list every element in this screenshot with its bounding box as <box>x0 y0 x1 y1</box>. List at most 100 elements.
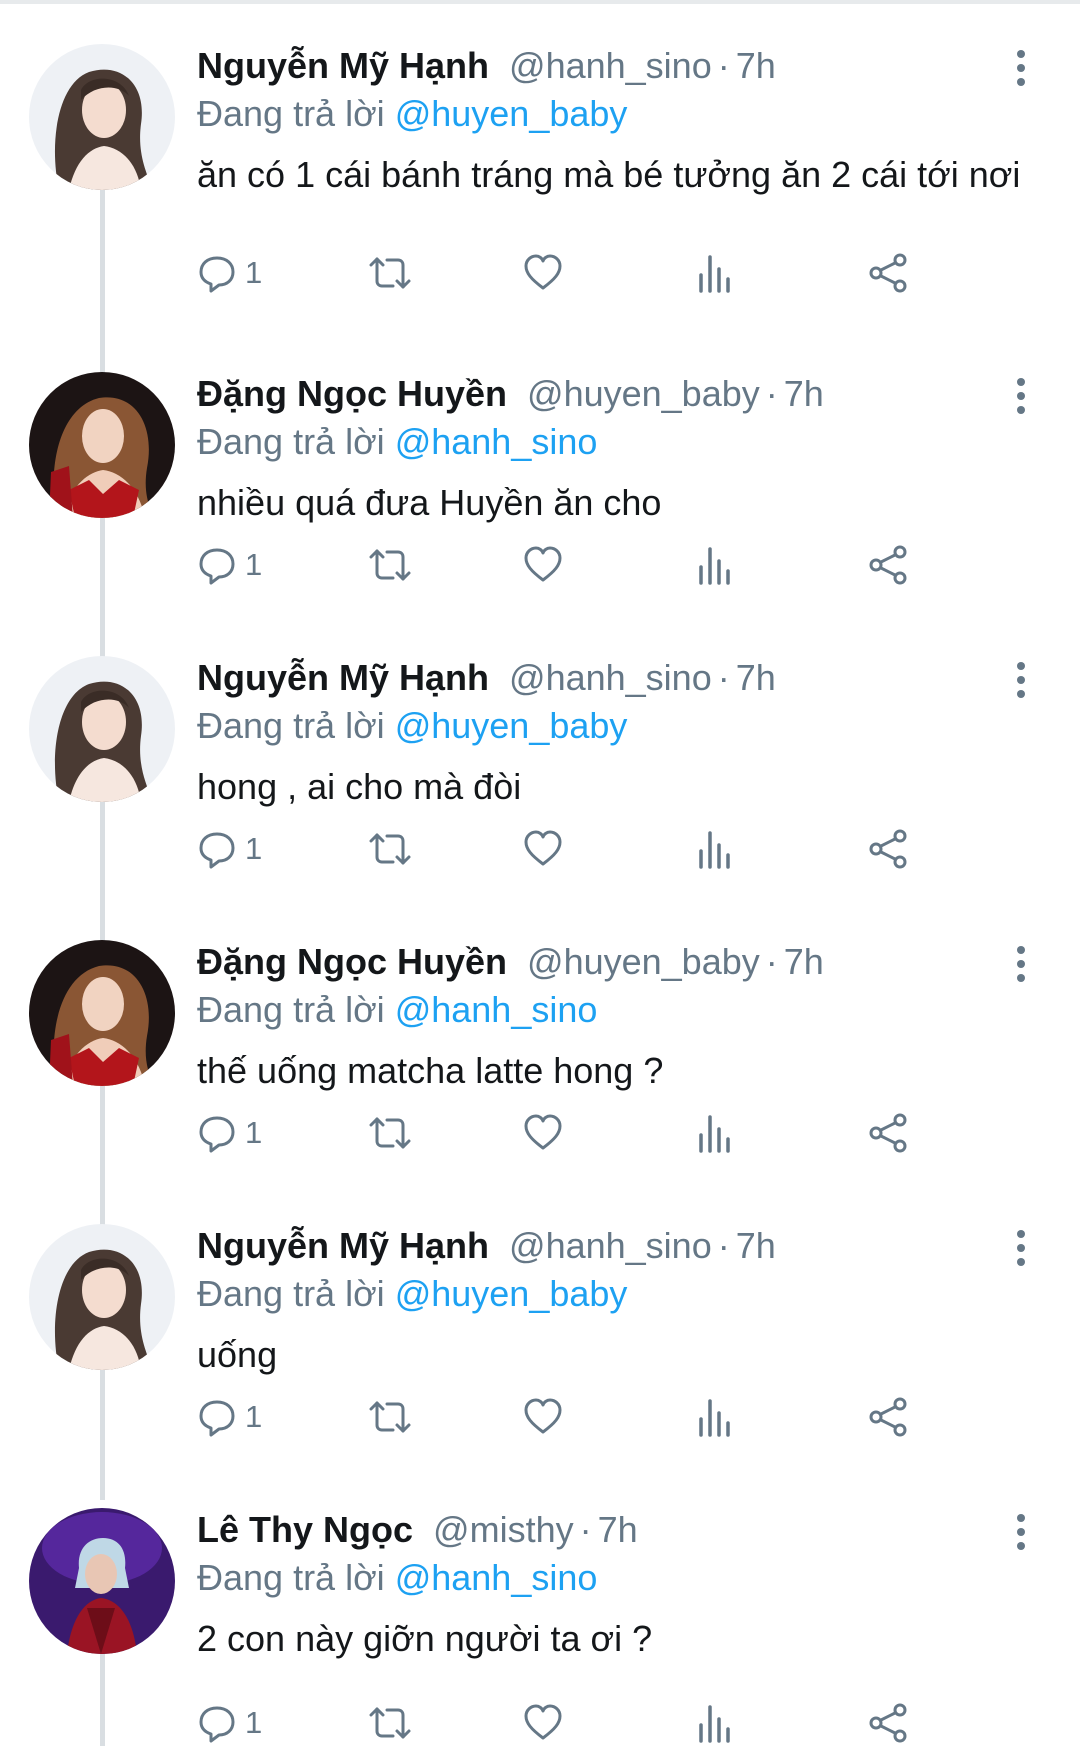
analytics-button[interactable] <box>697 1110 733 1156</box>
more-vertical-icon <box>1017 662 1025 698</box>
more-options-button[interactable] <box>1010 1512 1032 1552</box>
reply-button[interactable]: 1 <box>197 1110 262 1156</box>
replying-to-label: Đang trả lời <box>197 93 385 134</box>
action-bar: 1 <box>197 1700 1017 1746</box>
display-name[interactable]: Nguyễn Mỹ Hạnh <box>197 656 489 700</box>
timestamp[interactable]: 7h <box>784 940 824 984</box>
replying-to: Đang trả lời @huyen_baby <box>197 92 627 136</box>
separator-dot: · <box>717 1225 730 1266</box>
analytics-icon <box>699 1399 730 1437</box>
tweet[interactable]: Đặng Ngọc Huyền @huyen_baby · 7h Đang tr… <box>0 940 1080 1224</box>
user-handle[interactable]: @misthy <box>433 1508 574 1552</box>
reply-button[interactable]: 1 <box>197 826 262 872</box>
replying-to-label: Đang trả lời <box>197 705 385 746</box>
like-button[interactable] <box>523 826 563 872</box>
replying-to-mention[interactable]: @huyen_baby <box>395 93 628 134</box>
reply-count: 1 <box>245 1705 263 1740</box>
timestamp[interactable]: 7h <box>736 44 776 88</box>
more-options-button[interactable] <box>1010 376 1032 416</box>
more-options-button[interactable] <box>1010 944 1032 984</box>
avatar[interactable] <box>29 1224 175 1370</box>
tweet-text: uống <box>197 1334 278 1375</box>
user-handle[interactable]: @huyen_baby <box>527 940 760 984</box>
avatar[interactable] <box>29 656 175 802</box>
tweet-header: Đặng Ngọc Huyền @huyen_baby · 7h <box>197 372 824 416</box>
like-button[interactable] <box>523 542 563 588</box>
tweet[interactable]: Nguyễn Mỹ Hạnh @hanh_sino · 7h Đang trả … <box>0 1224 1080 1508</box>
like-button[interactable] <box>523 250 563 296</box>
avatar[interactable] <box>29 372 175 518</box>
like-button[interactable] <box>523 1700 563 1746</box>
more-options-button[interactable] <box>1010 660 1032 700</box>
retweet-button[interactable] <box>367 542 413 588</box>
user-handle[interactable]: @hanh_sino <box>509 656 712 700</box>
avatar[interactable] <box>29 44 175 190</box>
share-button[interactable] <box>867 1110 909 1156</box>
analytics-button[interactable] <box>697 826 733 872</box>
share-icon <box>869 1703 907 1743</box>
replying-to-mention[interactable]: @hanh_sino <box>395 989 598 1030</box>
share-button[interactable] <box>867 250 909 296</box>
share-button[interactable] <box>867 542 909 588</box>
more-vertical-icon <box>1017 50 1025 86</box>
replying-to-mention[interactable]: @hanh_sino <box>395 421 598 462</box>
timestamp[interactable]: 7h <box>784 372 824 416</box>
more-vertical-icon <box>1017 1514 1025 1550</box>
more-vertical-icon <box>1017 1230 1025 1266</box>
share-button[interactable] <box>867 826 909 872</box>
tweet[interactable]: Nguyễn Mỹ Hạnh @hanh_sino · 7h Đang trả … <box>0 656 1080 940</box>
share-button[interactable] <box>867 1394 909 1440</box>
replying-to-mention[interactable]: @hanh_sino <box>395 1557 598 1598</box>
display-name[interactable]: Lê Thy Ngọc <box>197 1508 413 1552</box>
analytics-button[interactable] <box>697 250 733 296</box>
display-name[interactable]: Đặng Ngọc Huyền <box>197 372 507 416</box>
avatar[interactable] <box>29 940 175 1086</box>
tweet[interactable]: Lê Thy Ngọc @misthy · 7h Đang trả lời @ha… <box>0 1508 1080 1746</box>
reply-icon <box>199 832 235 869</box>
retweet-button[interactable] <box>367 1394 413 1440</box>
retweet-button[interactable] <box>367 826 413 872</box>
display-name[interactable]: Nguyễn Mỹ Hạnh <box>197 1224 489 1268</box>
analytics-button[interactable] <box>697 542 733 588</box>
analytics-icon <box>699 1115 730 1153</box>
replying-to: Đang trả lời @hanh_sino <box>197 420 597 464</box>
retweet-icon <box>369 833 411 865</box>
user-handle[interactable]: @huyen_baby <box>527 372 760 416</box>
analytics-button[interactable] <box>697 1394 733 1440</box>
avatar[interactable] <box>29 1508 175 1654</box>
more-vertical-icon <box>1017 378 1025 414</box>
heart-icon <box>524 254 562 290</box>
replying-to-mention[interactable]: @huyen_baby <box>395 1273 628 1314</box>
reply-button[interactable]: 1 <box>197 250 262 296</box>
timestamp[interactable]: 7h <box>736 656 776 700</box>
analytics-button[interactable] <box>697 1700 733 1746</box>
share-button[interactable] <box>867 1700 909 1746</box>
retweet-icon <box>369 1401 411 1433</box>
display-name[interactable]: Nguyễn Mỹ Hạnh <box>197 44 489 88</box>
user-handle[interactable]: @hanh_sino <box>509 44 712 88</box>
reply-button[interactable]: 1 <box>197 1394 262 1440</box>
like-button[interactable] <box>523 1394 563 1440</box>
timestamp[interactable]: 7h <box>736 1224 776 1268</box>
retweet-button[interactable] <box>367 1110 413 1156</box>
timestamp[interactable]: 7h <box>598 1508 638 1552</box>
reply-button[interactable]: 1 <box>197 1700 262 1746</box>
tweet[interactable]: Nguyễn Mỹ Hạnh @hanh_sino · 7h Đang trả … <box>0 44 1080 328</box>
more-options-button[interactable] <box>1010 1228 1032 1268</box>
reply-thread: Nguyễn Mỹ Hạnh @hanh_sino · 7h Đang trả … <box>0 0 1080 1746</box>
tweet[interactable]: Đặng Ngọc Huyền @huyen_baby · 7h Đang tr… <box>0 372 1080 656</box>
action-bar: 1 <box>197 826 1017 872</box>
share-icon <box>869 1397 907 1437</box>
retweet-button[interactable] <box>367 1700 413 1746</box>
reply-count: 1 <box>245 547 263 582</box>
like-button[interactable] <box>523 1110 563 1156</box>
more-options-button[interactable] <box>1010 48 1032 88</box>
user-handle[interactable]: @hanh_sino <box>509 1224 712 1268</box>
tweet-text: ăn có 1 cái bánh tráng mà bé tưởng ăn 2 … <box>197 154 1021 195</box>
retweet-button[interactable] <box>367 250 413 296</box>
reply-button[interactable]: 1 <box>197 542 262 588</box>
analytics-icon <box>699 547 730 585</box>
display-name[interactable]: Đặng Ngọc Huyền <box>197 940 507 984</box>
separator-dot: · <box>579 1509 592 1550</box>
replying-to-mention[interactable]: @huyen_baby <box>395 705 628 746</box>
